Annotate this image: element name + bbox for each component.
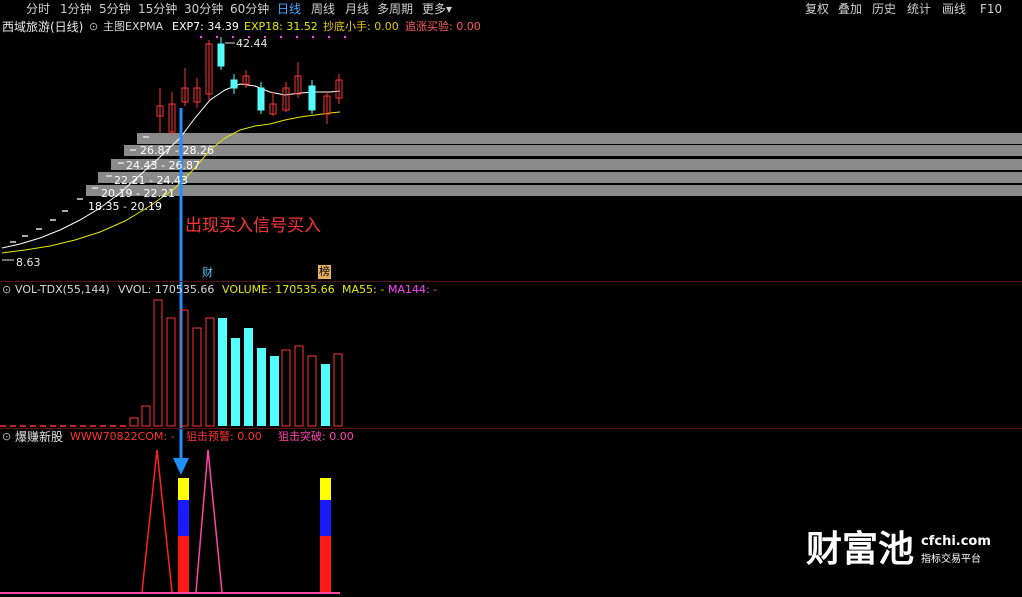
candle (257, 87, 265, 111)
warning-triangle (141, 449, 173, 593)
price-range-1: 26.87 - 28.26 (140, 144, 214, 157)
candle (308, 85, 316, 111)
volume-collapse-icon[interactable]: ⊙ (2, 283, 11, 297)
ranking-marker[interactable]: 榜 (318, 265, 331, 279)
breakout-triangle (195, 449, 223, 593)
price-range-3: 22.21 - 24.43 (114, 174, 188, 187)
volume-bars-down (218, 318, 330, 426)
ma144-value: MA144: - (388, 283, 438, 296)
signal-arrowhead-icon (173, 458, 189, 475)
kline-chart (0, 36, 1022, 594)
finance-marker[interactable]: 财 (202, 266, 213, 280)
chip-bar-4 (98, 172, 1022, 183)
high-price-label: 42.44 (236, 37, 268, 50)
vvol-value: VVOL: 170535.66 (118, 283, 215, 296)
low-price-label: 8.63 (16, 256, 41, 269)
signal-indicator-name[interactable]: 爆赚新股 (15, 430, 63, 444)
watermark-brand: 财富池 (806, 529, 915, 570)
signal-bar-2 (320, 478, 331, 594)
chip-bar-5 (86, 185, 1022, 196)
volume-indicator-name[interactable]: VOL-TDX(55,144) (15, 283, 110, 297)
volume-value: VOLUME: 170535.66 (222, 283, 335, 296)
price-range-2: 24.43 - 26.87 (126, 159, 200, 172)
chip-bar-3 (111, 159, 1022, 170)
watermark-domain: cfchi.com (921, 534, 991, 549)
panel-separator-2 (0, 428, 1022, 429)
chip-bar-1 (137, 133, 1022, 144)
watermark-tagline: 指标交易平台 (921, 554, 981, 565)
ma55-value: MA55: - (342, 283, 385, 296)
candle (217, 43, 225, 67)
chip-bar-2 (124, 145, 1022, 156)
buy-signal-annotation: 出现买入信号买入 (185, 216, 321, 236)
signal-bar-1 (178, 478, 189, 594)
panel-separator-1 (0, 281, 1022, 282)
candle (230, 79, 238, 89)
signal-collapse-icon[interactable]: ⊙ (2, 430, 11, 444)
sniper-breakout-value: 狙击突破: 0.00 (278, 430, 354, 443)
site-label: WWW70822COM: - (70, 430, 175, 443)
sniper-warning-value: 狙击预警: 0.00 (186, 430, 262, 443)
price-range-4: 20.19 - 22.21 (101, 187, 175, 200)
price-range-5: 18.35 - 20.19 (88, 200, 162, 213)
